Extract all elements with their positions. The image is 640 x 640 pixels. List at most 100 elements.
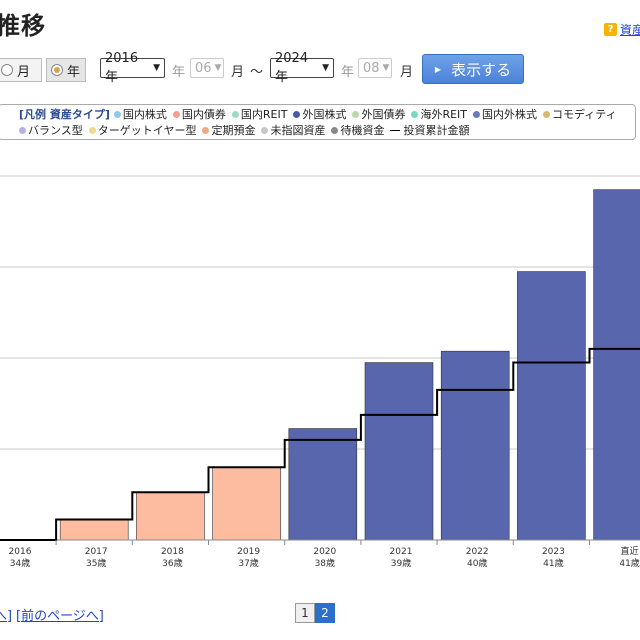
x-tick-label: 2021 <box>390 547 413 557</box>
x-tick-age-label: 38歳 <box>315 557 335 569</box>
legend-dot-marker <box>352 111 360 118</box>
legend-dot-marker <box>473 111 481 118</box>
legend-item: 国内株式 <box>113 107 167 123</box>
legend-dot-marker <box>19 127 26 134</box>
prev-page-link-partial[interactable]: へ] <box>0 605 12 624</box>
help-link-area[interactable]: ? 資産 <box>604 21 640 38</box>
x-tick-age-label: 39歳 <box>391 557 411 569</box>
legend-item: 海外REIT <box>411 107 467 123</box>
to-year-value: 2024 年 <box>275 51 309 85</box>
legend-item: コモディティ <box>543 107 617 123</box>
chevron-down-icon: ▼ <box>322 63 329 73</box>
legend-item: 国内外株式 <box>473 107 537 123</box>
from-year-select[interactable]: 2016 年 ▼ <box>100 51 165 85</box>
range-tilde: ～ <box>250 65 264 80</box>
to-month-select[interactable]: 08 ▼ <box>358 58 392 78</box>
legend-dot-marker <box>543 111 551 118</box>
bar <box>212 466 281 541</box>
legend-item: 投資累計金額 <box>390 123 469 139</box>
x-tick-age-label: 37歳 <box>238 557 258 569</box>
x-tick-age-label: 41歳 <box>543 557 563 569</box>
bar <box>593 189 640 541</box>
legend-item: 国内REIT <box>231 107 288 123</box>
bar <box>364 362 434 541</box>
from-month-value: 06 <box>195 60 212 76</box>
play-icon: ▶ <box>434 64 442 74</box>
from-month-unit: 月 <box>231 65 245 80</box>
radio-year-circle[interactable] <box>51 64 63 76</box>
legend-item-label: 定期預金 <box>211 124 256 137</box>
legend-item-label: ターゲットイヤー型 <box>97 124 197 137</box>
legend-item: 待機資金 <box>331 123 384 139</box>
legend-item: 定期預金 <box>202 123 255 139</box>
legend-dot-marker <box>88 127 96 134</box>
legend-title: [凡例 資産タイプ] <box>19 108 110 121</box>
legend-item: ターゲットイヤー型 <box>88 123 197 139</box>
x-tick-age-label: 40歳 <box>467 557 487 569</box>
legend-dot-marker <box>113 111 121 118</box>
legend-item-label: 国内外株式 <box>482 108 538 121</box>
legend-dot-marker <box>231 111 239 118</box>
to-year-unit: 年 <box>341 65 355 80</box>
x-tick-label: 2023 <box>542 547 565 557</box>
legend-dot-marker <box>331 127 339 134</box>
legend-item: バランス型 <box>19 123 83 139</box>
x-tick-label: 直近 <box>621 545 639 557</box>
prev-page-link[interactable]: [前のページへ] <box>16 605 104 624</box>
legend-item-label: 未指図資産 <box>270 124 326 137</box>
legend-item-label: 国内債券 <box>181 108 226 121</box>
bar <box>59 519 129 541</box>
radio-month[interactable]: 月 <box>0 58 42 82</box>
page-button[interactable]: 1 <box>295 603 315 623</box>
x-tick-label: 2022 <box>466 547 489 557</box>
legend: [凡例 資産タイプ] 国内株式 国内債券 国内REIT 外国株式 外国債券 海外REIT 国内… <box>0 104 636 140</box>
chevron-down-icon: ▼ <box>214 63 222 73</box>
legend-dot-marker <box>411 111 419 118</box>
x-tick-label: 2019 <box>237 547 260 557</box>
legend-line-marker <box>390 130 401 131</box>
legend-item-label: 待機資金 <box>340 124 385 137</box>
pagination: 12 <box>295 603 335 623</box>
legend-item-label: コモディティ <box>552 108 617 121</box>
legend-dot-marker <box>202 127 210 134</box>
help-icon: ? <box>604 23 617 36</box>
legend-item: 国内債券 <box>172 107 226 123</box>
asset-chart: 201634歳 201735歳 201836歳 201937歳 202038歳 20213… <box>0 175 640 569</box>
x-tick-age-label: 35歳 <box>86 557 106 569</box>
legend-item-label: 国内REIT <box>240 108 288 121</box>
legend-item-label: 海外REIT <box>420 108 468 121</box>
radio-year-label: 年 <box>67 64 81 80</box>
legend-item: 未指図資産 <box>261 123 325 139</box>
legend-dot-marker <box>172 111 180 118</box>
bar <box>136 491 205 541</box>
radio-year[interactable]: 年 <box>46 58 86 82</box>
chevron-down-icon: ▼ <box>153 63 160 73</box>
from-year-unit: 年 <box>172 65 186 80</box>
x-tick-label: 2020 <box>313 547 336 557</box>
x-tick-label: 2016 <box>9 547 32 557</box>
legend-dot-marker <box>293 111 301 118</box>
show-button[interactable]: ▶ 表示する <box>422 54 524 84</box>
x-tick-age-label: 34歳 <box>10 557 30 569</box>
to-month-value: 08 <box>363 60 380 76</box>
legend-item-label: 外国債券 <box>361 108 406 121</box>
show-button-label: 表示する <box>451 60 512 79</box>
from-year-value: 2016 年 <box>105 51 139 85</box>
chevron-down-icon: ▼ <box>382 63 390 73</box>
help-link[interactable]: 資産 <box>620 21 640 38</box>
x-tick-label: 2018 <box>161 547 184 557</box>
x-tick-age-label: 36歳 <box>162 557 182 569</box>
page-title: 推移 <box>0 12 46 40</box>
to-year-select[interactable]: 2024 年 ▼ <box>270 51 334 85</box>
from-month-select[interactable]: 06 ▼ <box>190 58 224 78</box>
radio-month-circle[interactable] <box>1 64 13 76</box>
legend-item-label: 投資累計金額 <box>403 124 470 137</box>
x-tick-label: 2017 <box>85 547 108 557</box>
legend-item-label: 国内株式 <box>122 108 167 121</box>
legend-item: 外国債券 <box>352 107 405 123</box>
legend-item-label: 外国株式 <box>302 108 347 121</box>
bar <box>440 350 510 541</box>
bar <box>288 428 358 541</box>
radio-month-label: 月 <box>17 64 31 80</box>
page-button[interactable]: 2 <box>315 603 335 623</box>
